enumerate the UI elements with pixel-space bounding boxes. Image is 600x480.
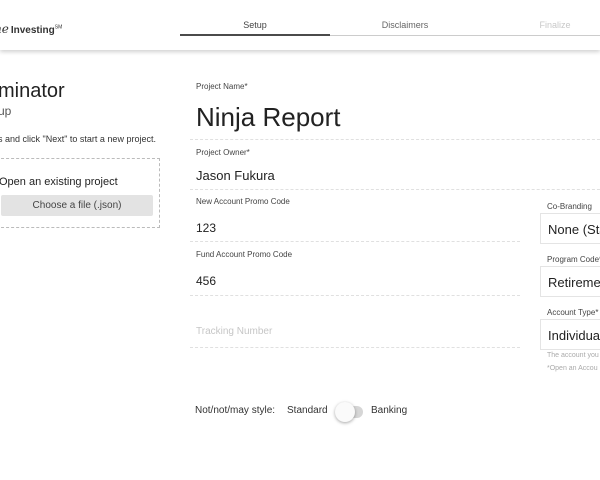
choose-file-button[interactable]: Choose a file (.json) [1,195,153,216]
tracking-number-underline [190,347,520,348]
step-setup[interactable]: Setup [180,20,330,30]
project-owner-field[interactable]: Project Owner* Jason Fukura [190,144,600,190]
logo-service-mark: SM [54,24,63,31]
fund-promo-label: Fund Account Promo Code [196,250,293,259]
logo-script-text: ne [0,22,9,36]
tracking-number-field[interactable]: Tracking Number [190,316,520,348]
account-type-select[interactable]: Individual [540,319,600,350]
project-name-label: Project Name* [196,82,248,91]
project-name-field[interactable]: Project Name* Ninja Report [190,78,600,140]
open-project-title: Open an existing project [0,176,118,188]
active-step-indicator [180,34,330,36]
page-subtitle: up [0,104,12,118]
style-toggle-switch[interactable] [335,402,365,422]
project-owner-label: Project Owner* [196,148,250,157]
program-code-value: Retiremen [548,275,600,290]
fund-promo-input[interactable]: 456 [196,274,216,288]
style-toggle-row: Not/not/may style: Standard Banking [195,402,455,422]
program-code-select[interactable]: Retiremen [540,266,600,297]
app-header: neInvestingSM Setup Disclaimers Finalize [0,0,600,50]
co-branding-select[interactable]: None (Sta [540,213,600,244]
steps-track [330,35,600,36]
account-type-value: Individual [548,328,600,343]
style-option-banking[interactable]: Banking [371,405,407,416]
style-toggle-label: Not/not/may style: [195,405,276,416]
co-branding-label: Co-Branding [547,202,592,211]
new-promo-label: New Account Promo Code [196,197,290,206]
project-owner-input[interactable]: Jason Fukura [196,168,275,183]
new-promo-field[interactable]: New Account Promo Code 123 [190,194,520,242]
new-promo-input[interactable]: 123 [196,221,216,235]
project-owner-underline [190,189,600,190]
co-branding-value: None (Sta [548,222,600,237]
program-code-label: Program Code* [547,255,600,264]
page-title: minator [0,80,65,102]
tracking-number-input[interactable]: Tracking Number [196,326,272,337]
open-account-note: *Open an Accou [547,365,598,372]
step-disclaimers[interactable]: Disclaimers [330,20,480,30]
fund-promo-underline [190,295,520,296]
project-name-underline [190,139,600,140]
new-promo-underline [190,241,520,242]
toggle-knob[interactable] [335,402,355,422]
instruction-text: s and click "Next" to start a new projec… [0,134,156,144]
logo-brand-text: Investing [10,25,55,36]
open-project-dropzone[interactable]: Open an existing project Choose a file (… [0,158,160,228]
account-type-note: The account you [547,352,599,359]
project-name-input[interactable]: Ninja Report [196,102,341,133]
account-type-label: Account Type* [547,308,599,317]
wizard-steps: Setup Disclaimers Finalize [180,0,600,50]
step-finalize: Finalize [539,20,571,30]
fund-promo-field[interactable]: Fund Account Promo Code 456 [190,246,520,296]
style-option-standard[interactable]: Standard [287,405,328,416]
brand-logo[interactable]: neInvestingSM [0,22,62,36]
